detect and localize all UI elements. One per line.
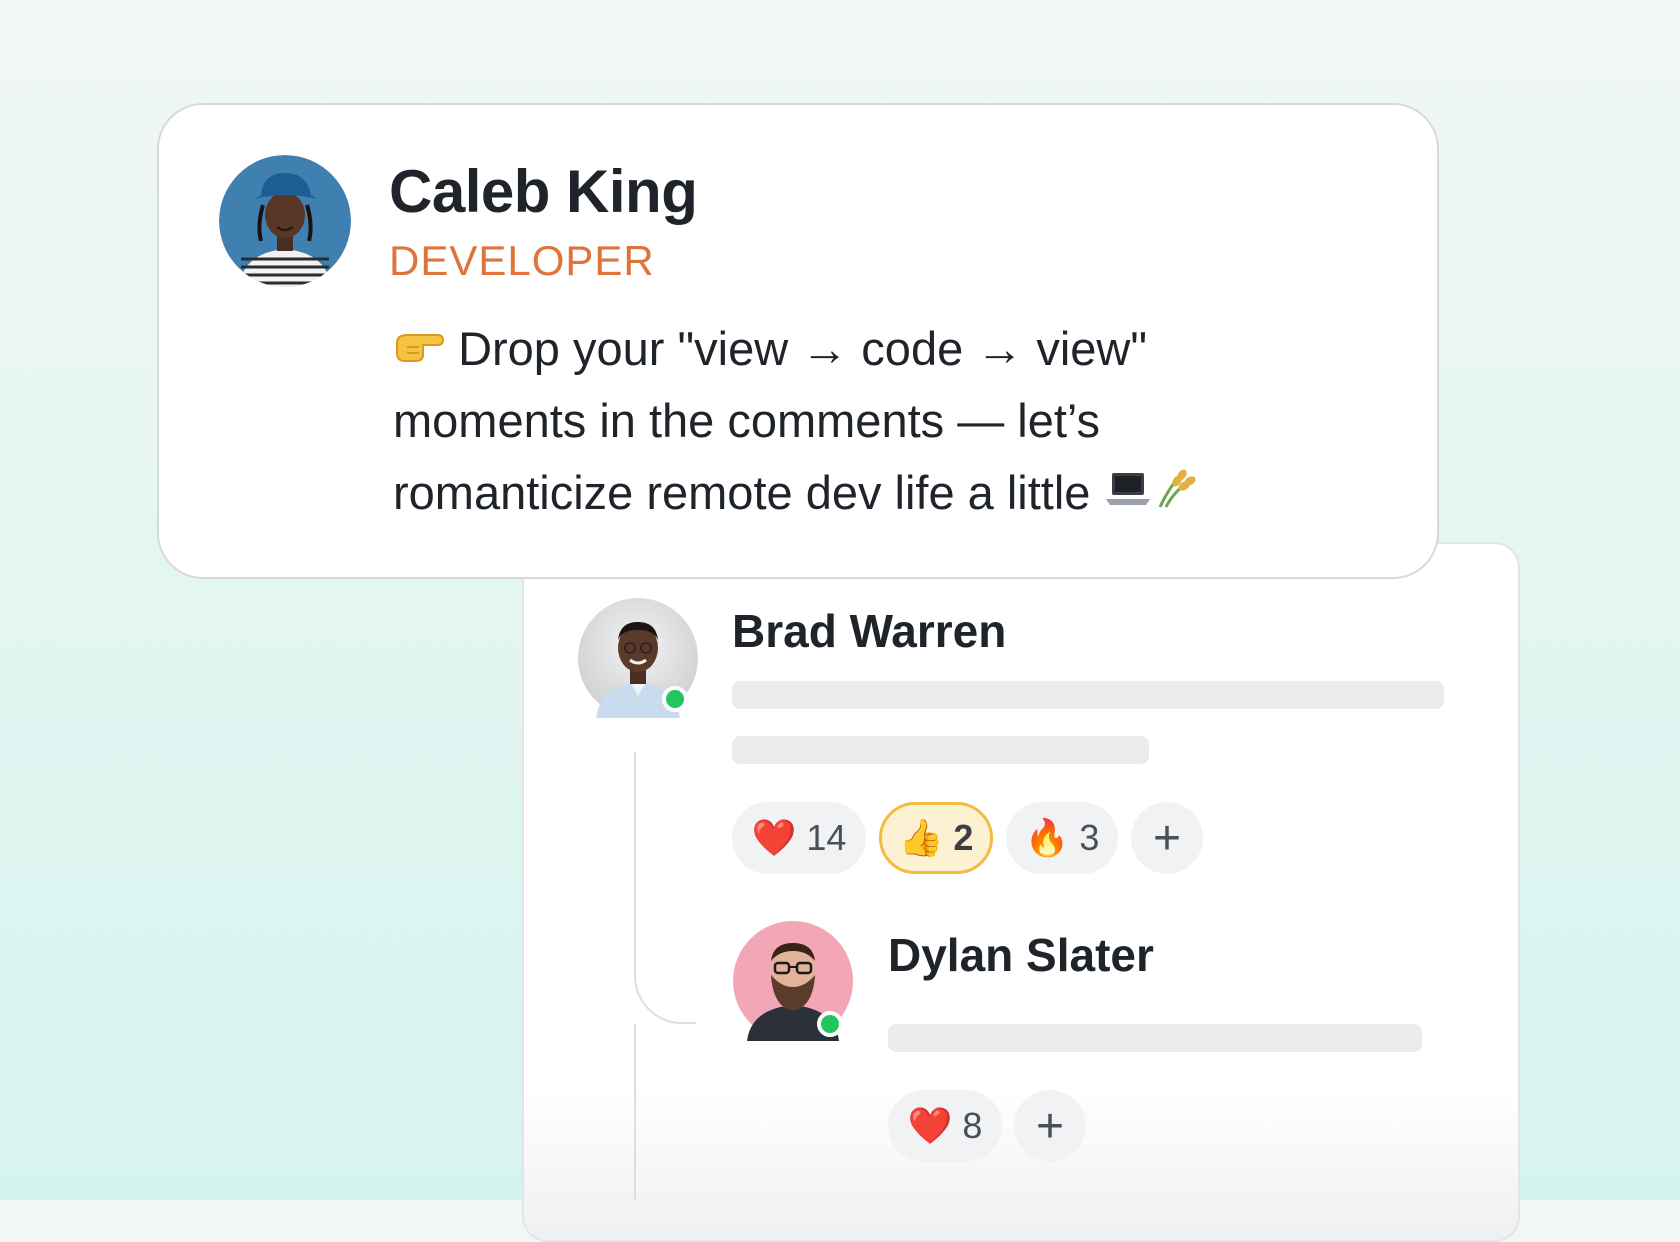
plus-icon: + — [1152, 811, 1182, 865]
add-reaction-button[interactable]: + — [1131, 802, 1203, 874]
post-card: Caleb King DEVELOPER Drop your "view → c… — [157, 103, 1439, 579]
comment-text-placeholder — [888, 1024, 1422, 1052]
thumbs-up-icon: 👍 — [898, 817, 944, 858]
fire-icon: 🔥 — [1024, 817, 1070, 858]
post-body-text: Drop your "view → code → view" — [458, 322, 1148, 375]
laptop-icon — [1104, 457, 1152, 529]
post-body: Drop your "view → code → view" moments i… — [393, 313, 1343, 529]
comment-text-placeholder — [732, 681, 1444, 709]
reaction-count: 8 — [962, 1105, 983, 1146]
heart-icon: ❤️ — [907, 1105, 953, 1146]
post-body-text: romanticize remote dev life a little — [393, 466, 1091, 519]
post-body-line: moments in the comments — let’s — [393, 394, 1100, 447]
commenter-name[interactable]: Dylan Slater — [888, 928, 1154, 982]
comment-text-placeholder — [732, 736, 1149, 764]
post-body-line: Drop your "view → code → view" — [393, 313, 1343, 385]
reaction-thumbs-up[interactable]: 👍 2 — [879, 802, 993, 874]
avatar[interactable] — [733, 921, 853, 1041]
author-name[interactable]: Caleb King — [389, 157, 698, 226]
online-status-indicator — [662, 686, 688, 712]
author-role: DEVELOPER — [389, 237, 655, 284]
reaction-fire[interactable]: 🔥 3 — [1006, 802, 1118, 874]
reaction-count: 2 — [953, 817, 974, 858]
plus-icon: + — [1035, 1099, 1065, 1153]
online-status-indicator — [817, 1011, 843, 1037]
commenter-name[interactable]: Brad Warren — [732, 604, 1006, 658]
pointing-right-hand-icon — [393, 313, 445, 385]
thread-connector-continuation — [634, 1024, 636, 1200]
caleb-king-avatar-image — [219, 155, 351, 287]
avatar[interactable] — [219, 155, 351, 287]
rice-sheaf-icon — [1152, 457, 1196, 529]
heart-icon: ❤️ — [751, 817, 797, 858]
avatar[interactable] — [578, 598, 698, 718]
add-reaction-button[interactable]: + — [1014, 1090, 1086, 1162]
thread-connector — [634, 752, 696, 1024]
reaction-heart[interactable]: ❤️ 8 — [888, 1090, 1002, 1162]
post-body-line: romanticize remote dev life a little — [393, 457, 1343, 529]
reaction-count: 3 — [1079, 817, 1100, 858]
reaction-count: 14 — [806, 817, 847, 858]
reaction-heart[interactable]: ❤️ 14 — [732, 802, 866, 874]
